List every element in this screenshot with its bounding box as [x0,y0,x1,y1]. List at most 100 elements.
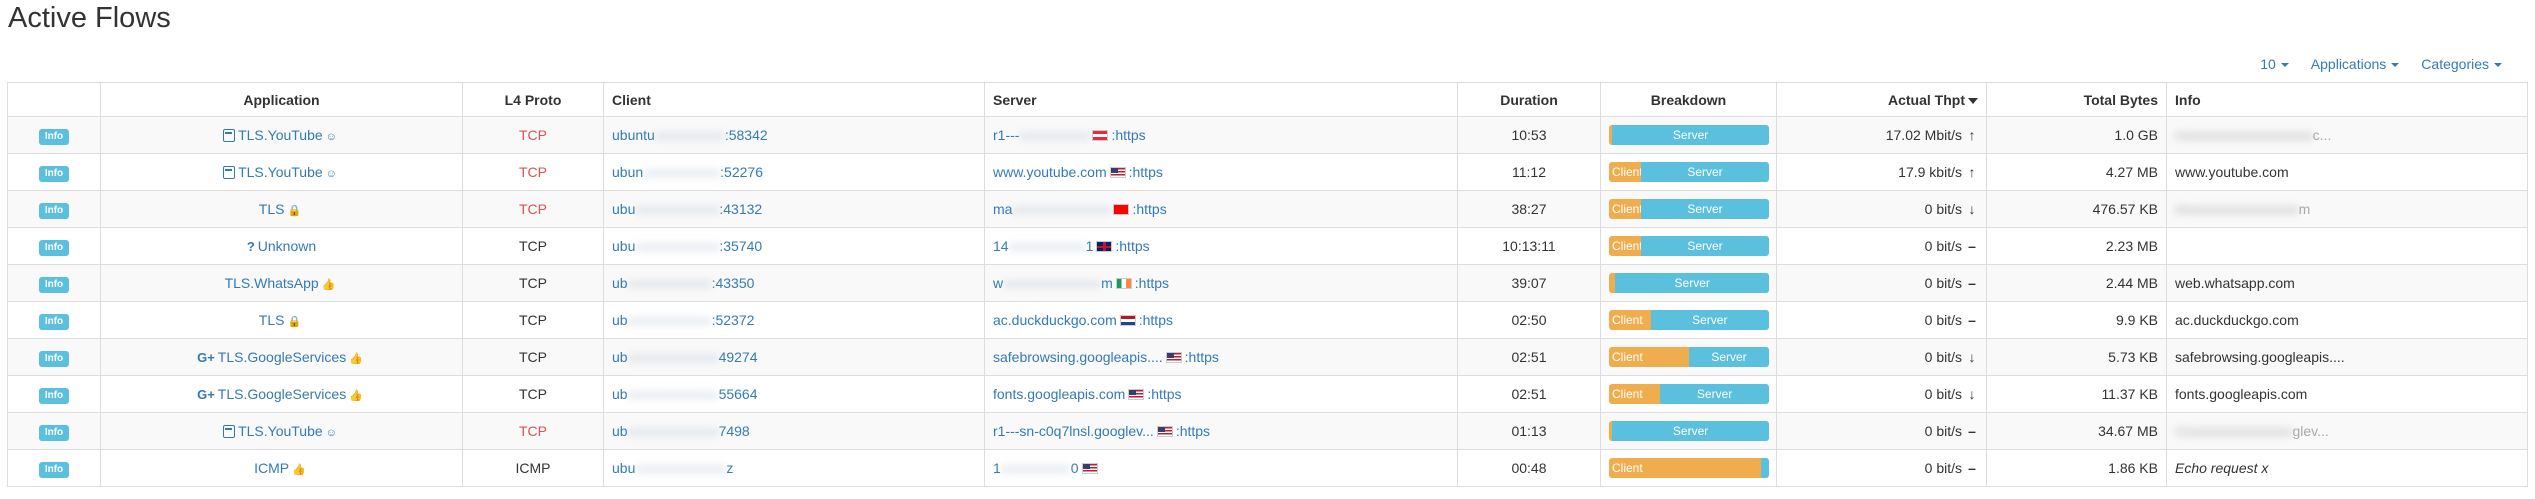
applications-dropdown[interactable]: Applications [2300,54,2411,74]
country-flag-icon [1165,352,1182,363]
col-header-info[interactable]: Info [2166,82,2528,117]
info-button[interactable]: Info [38,128,70,145]
server-link[interactable]: r1---xxxxxxxxxx [993,127,1089,143]
server-link[interactable]: 14xxxxxxxxxxx1 [993,238,1093,254]
breakdown-client-label: Client [1612,313,1643,327]
server-host: fonts.googleapis.com [993,386,1126,402]
info-button[interactable]: Info [38,424,70,441]
breakdown-cell: Client Server [1600,375,1777,413]
breakdown-bar: Server [1609,125,1769,145]
server-link[interactable]: 1xxxxxxxxxx0 [993,460,1079,476]
server-link[interactable]: ac.duckduckgo.com [993,312,1117,328]
client-redacted: xxxxxxxxxxx [643,164,721,180]
client-link[interactable]: ubxxxxxxxxxxxxx55664 [612,386,758,402]
col-header-l4-proto[interactable]: L4 Proto [462,82,604,117]
actual-thpt-cell: 0 bit/s – [1776,412,1987,450]
client-link[interactable]: ubxxxxxxxxxxxx:43350 [612,275,754,291]
actual-thpt-cell: 0 bit/s – [1776,227,1987,265]
col-header-breakdown[interactable]: Breakdown [1600,82,1777,117]
client-link[interactable]: ubunxxxxxxxxxxx:52276 [612,164,763,180]
client-link[interactable]: ubuntuxxxxxxxxxx:58342 [612,127,768,143]
client-link[interactable]: ubxxxxxxxxxxxxx7498 [612,423,750,439]
breakdown-bar: Server [1609,273,1769,293]
server-link[interactable]: maxxxxxxxxxxxxxx [993,201,1110,217]
breakdown-client-label: Client [1612,461,1643,475]
info-button[interactable]: Info [38,165,70,182]
server-port-link[interactable]: :https [1147,386,1181,402]
client-port: :58342 [724,127,768,143]
table-row: Info TLS 🔒 TCP ubuxxxxxxxxxxxx:43132 maxxxxxx… [7,190,2528,228]
server-link[interactable]: r1---sn-c0q7lnsl.googlev... [993,423,1154,439]
client-link[interactable]: ubxxxxxxxxxxxxx49274 [612,349,758,365]
info-text: web.whatsapp.com [2175,275,2295,291]
page-size-dropdown[interactable]: 10 [2249,54,2300,74]
server-link[interactable]: www.youtube.com [993,164,1107,180]
actions-cell: Info [7,301,101,339]
country-flag-icon [1096,241,1113,252]
server-port-link[interactable]: :https [1129,164,1163,180]
server-link[interactable]: safebrowsing.googleapis.... [993,349,1163,365]
application-link[interactable]: ICMP [254,460,289,476]
server-port-link[interactable]: :https [1135,275,1169,291]
info-button[interactable]: Info [38,350,70,367]
client-link[interactable]: ubxxxxxxxxxxxx:52372 [612,312,754,328]
info-button[interactable]: Info [38,461,70,478]
client-port: 7498 [718,423,750,439]
client-host: ub [612,275,628,291]
application-link[interactable]: TLS.GoogleServices [218,386,346,402]
thumbs-up-icon: 👍 [321,279,336,291]
application-link[interactable]: TLS.WhatsApp [225,275,319,291]
client-link[interactable]: ubuxxxxxxxxxxxx:35740 [612,238,762,254]
col-header-duration[interactable]: Duration [1457,82,1601,117]
application-link[interactable]: TLS.GoogleServices [218,349,346,365]
total-bytes-cell: 2.44 MB [1986,264,2167,302]
col-header-server[interactable]: Server [984,82,1458,117]
categories-dropdown[interactable]: Categories [2410,54,2513,74]
breakdown-client-segment: Client [1609,162,1641,182]
client-redacted: xxxxxxxxxxxx [635,201,720,217]
breakdown-bar: Client Server [1609,162,1769,182]
col-header-total-bytes[interactable]: Total Bytes [1986,82,2167,117]
l4-proto-cell: TCP [462,264,604,302]
table-row: Info ICMP 👍 ICMP ubuxxxxxxxxxxxxxz 1xxxxxxxxx… [7,449,2528,487]
application-link[interactable]: Unknown [258,238,316,254]
info-button[interactable]: Info [38,202,70,219]
info-button[interactable]: Info [38,276,70,293]
client-cell: ubxxxxxxxxxxxxx55664 [603,375,985,413]
info-cell: mxxxxxxxxxxxxxxxxm [2166,190,2528,228]
client-redacted: xxxxxxxxxxxxx [635,460,727,476]
server-port-link[interactable]: :https [1176,423,1210,439]
application-link[interactable]: TLS.YouTube [238,423,323,439]
dash-icon: – [1968,238,1976,254]
info-button[interactable]: Info [38,239,70,256]
actions-cell: Info [7,375,101,413]
col-header-actions [7,82,101,117]
application-link[interactable]: TLS [259,312,285,328]
col-header-actual-thpt[interactable]: Actual Thpt [1776,82,1987,117]
server-link[interactable]: wxxxxxxxxxxxxxxm [993,275,1113,291]
server-port-link[interactable]: :https [1115,238,1149,254]
info-button[interactable]: Info [38,313,70,330]
server-port-link[interactable]: :https [1111,127,1145,143]
actions-cell: Info [7,412,101,450]
country-flag-icon [1081,463,1098,474]
col-header-client[interactable]: Client [603,82,985,117]
application-link[interactable]: TLS.YouTube [238,127,323,143]
client-redacted: xxxxxxxxxxxxx [627,349,719,365]
info-button[interactable]: Info [38,387,70,404]
client-link[interactable]: ubuxxxxxxxxxxxxxz [612,460,733,476]
client-cell: ubuxxxxxxxxxxxxxz [603,449,985,487]
application-link[interactable]: TLS.YouTube [238,164,323,180]
breakdown-server-label: Server [1672,424,1709,438]
server-port-link[interactable]: :https [1139,312,1173,328]
application-link[interactable]: TLS [259,201,285,217]
server-port-link[interactable]: :https [1132,201,1166,217]
client-link[interactable]: ubuxxxxxxxxxxxx:43132 [612,201,762,217]
total-bytes-cell: 476.57 KB [1986,190,2167,228]
client-redacted: xxxxxxxxxxxx [627,312,712,328]
client-port: 55664 [718,386,758,402]
server-link[interactable]: fonts.googleapis.com [993,386,1125,402]
duration-cell: 39:07 [1457,264,1601,302]
col-header-application[interactable]: Application [100,82,463,117]
server-port-link[interactable]: :https [1185,349,1219,365]
